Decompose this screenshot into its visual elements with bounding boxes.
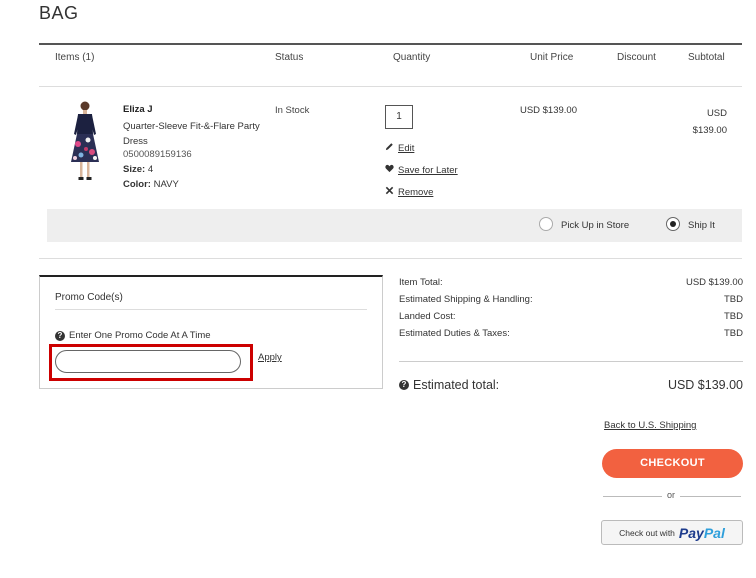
product-sku: 0500089159136 [123, 149, 192, 160]
summary-label: Estimated Shipping & Handling: [399, 294, 533, 305]
subtotal-amount: $139.00 [692, 125, 727, 136]
fulfillment-bar [47, 209, 742, 242]
ship-it-label[interactable]: Ship It [688, 220, 715, 231]
col-header-unit-price: Unit Price [530, 52, 574, 63]
product-color: Color: NAVY [123, 179, 179, 190]
pencil-icon [385, 142, 394, 154]
summary-value: TBD [724, 311, 743, 322]
estimated-total-label: ? Estimated total: [399, 378, 499, 392]
col-header-discount: Discount [617, 52, 656, 63]
paypal-checkout-button[interactable]: Check out with PayPal [601, 520, 743, 545]
close-icon [385, 186, 394, 198]
promo-divider [55, 309, 367, 310]
line-subtotal: USD $139.00 [680, 105, 727, 139]
save-for-later-action[interactable]: Save for Later [385, 164, 458, 176]
subtotal-currency: USD [706, 108, 727, 119]
col-header-items: Items (1) [55, 52, 95, 63]
section-divider [39, 258, 742, 259]
header-divider [39, 43, 742, 45]
col-header-subtotal: Subtotal [688, 52, 725, 63]
pickup-radio[interactable] [539, 217, 553, 231]
promo-code-input[interactable] [55, 350, 241, 373]
size-label: Size: [123, 164, 146, 175]
estimated-total-text: Estimated total: [413, 378, 500, 392]
summary-value: TBD [724, 294, 743, 305]
save-for-later-link[interactable]: Save for Later [398, 165, 458, 176]
row-divider [39, 86, 742, 87]
color-label: Color: [123, 179, 151, 190]
remove-link[interactable]: Remove [398, 187, 433, 198]
heart-icon [385, 164, 394, 176]
or-label: or [666, 490, 675, 500]
unit-price: USD $139.00 [519, 105, 577, 116]
promo-hint: ? Enter One Promo Code At A Time [55, 330, 211, 341]
help-icon[interactable]: ? [399, 380, 409, 390]
paypal-prefix: Check out with [619, 527, 675, 538]
edit-action[interactable]: Edit [385, 142, 414, 154]
promo-title: Promo Code(s) [55, 292, 123, 303]
summary-value: TBD [724, 328, 743, 339]
estimated-total-value: USD $139.00 [667, 378, 743, 392]
col-header-status: Status [275, 52, 304, 63]
summary-label: Estimated Duties & Taxes: [399, 328, 510, 339]
or-divider-right [680, 496, 741, 497]
edit-link[interactable]: Edit [398, 143, 414, 154]
product-brand[interactable]: Eliza J [123, 104, 153, 115]
back-to-us-shipping-link[interactable]: Back to U.S. Shipping [604, 420, 696, 431]
stock-status: In Stock [275, 105, 310, 116]
or-divider-left [603, 496, 662, 497]
summary-divider [399, 361, 743, 362]
ship-it-radio[interactable] [666, 217, 680, 231]
product-name[interactable]: Quarter-Sleeve Fit-&-Flare Party Dress [123, 119, 283, 149]
checkout-button[interactable]: CHECKOUT [602, 449, 743, 478]
product-size: Size: 4 [123, 164, 153, 175]
size-value: 4 [147, 164, 154, 175]
pickup-label[interactable]: Pick Up in Store [561, 220, 629, 231]
col-header-quantity: Quantity [393, 52, 431, 63]
page-title: BAG [39, 3, 79, 23]
paypal-logo: PayPal [678, 524, 725, 541]
promo-hint-text: Enter One Promo Code At A Time [69, 330, 211, 341]
apply-link[interactable]: Apply [258, 352, 282, 363]
remove-action[interactable]: Remove [385, 186, 433, 198]
quantity-input[interactable]: 1 [385, 105, 413, 129]
help-icon[interactable]: ? [55, 330, 65, 341]
summary-value: USD $139.00 [685, 277, 743, 288]
summary-label: Landed Cost: [399, 311, 456, 322]
product-image[interactable] [68, 100, 102, 182]
color-value: NAVY [153, 179, 179, 190]
summary-label: Item Total: [399, 277, 443, 288]
